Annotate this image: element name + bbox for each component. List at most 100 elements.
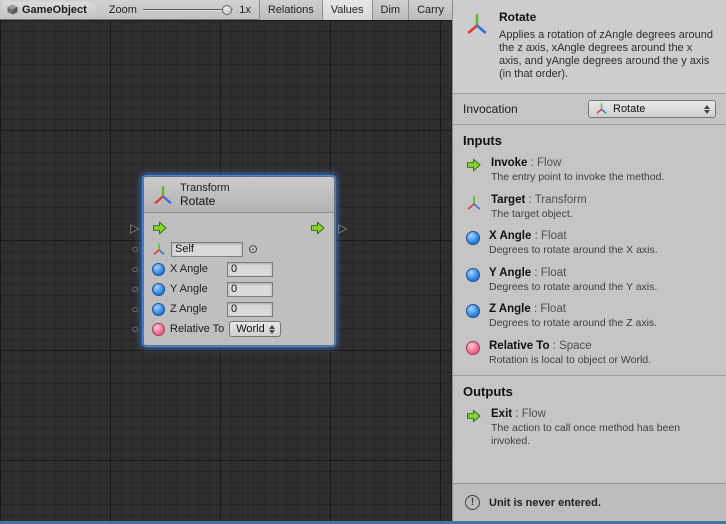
port-type: Space — [559, 340, 592, 352]
graph-toolbar: GameObject Zoom 1x Relations Values Dim … — [0, 0, 452, 20]
y-angle-row: ○ Y Angle 0 — [152, 279, 326, 299]
inspector-header: Rotate Applies a rotation of zAngle degr… — [453, 0, 726, 94]
zoom-slider[interactable] — [143, 3, 233, 17]
tab-carry[interactable]: Carry — [408, 0, 452, 20]
target-port[interactable]: ○ — [128, 243, 142, 255]
float-icon[interactable] — [152, 303, 165, 316]
port-description: The action to call once method has been … — [491, 422, 716, 447]
port-type: Float — [541, 230, 567, 242]
port-info-invoke: Invoke : Flow The entry point to invoke … — [453, 152, 726, 189]
port-info-target: Target : Transform The target object. — [453, 189, 726, 226]
space-icon — [466, 341, 480, 355]
flow-input-port[interactable]: ▷ — [128, 222, 142, 234]
dropdown-arrows-icon — [704, 105, 711, 114]
invoke-flow-arrow-icon[interactable] — [152, 221, 168, 235]
port-name: Y Angle — [489, 267, 531, 279]
invocation-dropdown[interactable]: Rotate — [588, 100, 716, 118]
port-description: The target object. — [491, 208, 587, 221]
port-description: The entry point to invoke the method. — [491, 171, 664, 184]
target-row: ○ Self ⊙ — [152, 239, 326, 259]
y-angle-port[interactable]: ○ — [128, 283, 142, 295]
z-angle-input[interactable]: 0 — [227, 302, 273, 317]
tab-relations[interactable]: Relations — [259, 0, 322, 20]
port-type: Float — [541, 267, 567, 279]
self-field[interactable]: Self — [171, 242, 243, 257]
rotate-unit-node[interactable]: Transform Rotate ▷ ▷ ○ S — [143, 176, 335, 346]
relative-to-value: World — [236, 323, 265, 335]
float-icon[interactable] — [152, 263, 165, 276]
x-angle-label: X Angle — [170, 263, 222, 275]
space-icon[interactable] — [152, 323, 165, 336]
port-type: Transform — [535, 194, 587, 206]
z-angle-port[interactable]: ○ — [128, 303, 142, 315]
warning-icon: ! — [465, 495, 480, 510]
breadcrumb-gameobject[interactable]: GameObject — [2, 2, 99, 18]
node-body: ▷ ▷ ○ Self ⊙ ○ X — [144, 213, 334, 345]
inputs-section-title: Inputs — [453, 125, 726, 152]
tab-dim[interactable]: Dim — [372, 0, 409, 20]
float-icon — [466, 231, 480, 245]
inspector-title: Rotate — [499, 10, 714, 24]
y-angle-input[interactable]: 0 — [227, 282, 273, 297]
relative-to-dropdown[interactable]: World — [229, 321, 281, 337]
port-name: Z Angle — [489, 303, 531, 315]
port-description: Degrees to rotate around the X axis. — [489, 244, 658, 257]
port-description: Rotation is local to object or World. — [489, 354, 651, 367]
x-angle-input[interactable]: 0 — [227, 262, 273, 277]
transform-icon — [465, 12, 489, 36]
node-title: Transform — [180, 182, 230, 195]
port-info-z-angle: Z Angle : Float Degrees to rotate around… — [453, 298, 726, 335]
outputs-section-title: Outputs — [453, 375, 726, 403]
port-name: Relative To — [489, 340, 550, 352]
relative-to-label: Relative To — [170, 323, 224, 335]
port-info-relative-to: Relative To : Space Rotation is local to… — [453, 335, 726, 372]
zoom-slider-track — [143, 9, 233, 11]
node-subtitle: Rotate — [180, 195, 230, 208]
port-info-y-angle: Y Angle : Float Degrees to rotate around… — [453, 262, 726, 299]
port-name: Target — [491, 194, 525, 206]
invocation-row: Invocation Rotate — [453, 94, 726, 125]
transform-icon — [466, 195, 482, 211]
zoom-value: 1x — [239, 4, 251, 16]
transform-icon — [152, 242, 166, 256]
breadcrumb-label: GameObject — [22, 4, 87, 16]
canvas-pane: GameObject Zoom 1x Relations Values Dim … — [0, 0, 452, 521]
float-icon — [466, 268, 480, 282]
dropdown-arrows-icon — [269, 325, 276, 334]
float-icon[interactable] — [152, 283, 165, 296]
relative-to-port[interactable]: ○ — [128, 323, 142, 335]
warning-bar: ! Unit is never entered. — [453, 483, 726, 521]
flow-output-port[interactable]: ▷ — [336, 222, 350, 234]
flow-row: ▷ ▷ — [152, 217, 326, 239]
port-name: Exit — [491, 408, 512, 420]
gameobject-cube-icon — [7, 4, 18, 15]
flow-arrow-icon — [466, 158, 482, 172]
z-angle-label: Z Angle — [170, 303, 222, 315]
y-angle-label: Y Angle — [170, 283, 222, 295]
tab-values[interactable]: Values — [322, 0, 372, 20]
transform-icon — [595, 102, 609, 116]
node-header[interactable]: Transform Rotate — [144, 177, 334, 213]
invocation-label: Invocation — [463, 102, 518, 116]
zoom-slider-knob[interactable] — [222, 5, 232, 15]
port-type: Float — [540, 303, 566, 315]
x-angle-port[interactable]: ○ — [128, 263, 142, 275]
invocation-value: Rotate — [613, 103, 645, 115]
zoom-label: Zoom — [109, 4, 137, 16]
graph-canvas[interactable]: Transform Rotate ▷ ▷ ○ S — [0, 20, 452, 521]
port-name: X Angle — [489, 230, 531, 242]
z-angle-row: ○ Z Angle 0 — [152, 299, 326, 319]
port-type: Flow — [537, 157, 561, 169]
port-type: Flow — [522, 408, 546, 420]
port-info-x-angle: X Angle : Float Degrees to rotate around… — [453, 225, 726, 262]
toolbar-tabs: Relations Values Dim Carry — [259, 0, 452, 20]
exit-flow-arrow-icon[interactable] — [310, 221, 326, 235]
bolt-graph-window: GameObject Zoom 1x Relations Values Dim … — [0, 0, 726, 524]
x-angle-row: ○ X Angle 0 — [152, 259, 326, 279]
port-info-exit: Exit : Flow The action to call once meth… — [453, 403, 726, 452]
flow-arrow-icon — [466, 409, 482, 423]
port-name: Invoke — [491, 157, 527, 169]
relative-to-row: ○ Relative To World — [152, 319, 326, 339]
float-icon — [466, 304, 480, 318]
object-picker-icon[interactable]: ⊙ — [248, 242, 258, 256]
